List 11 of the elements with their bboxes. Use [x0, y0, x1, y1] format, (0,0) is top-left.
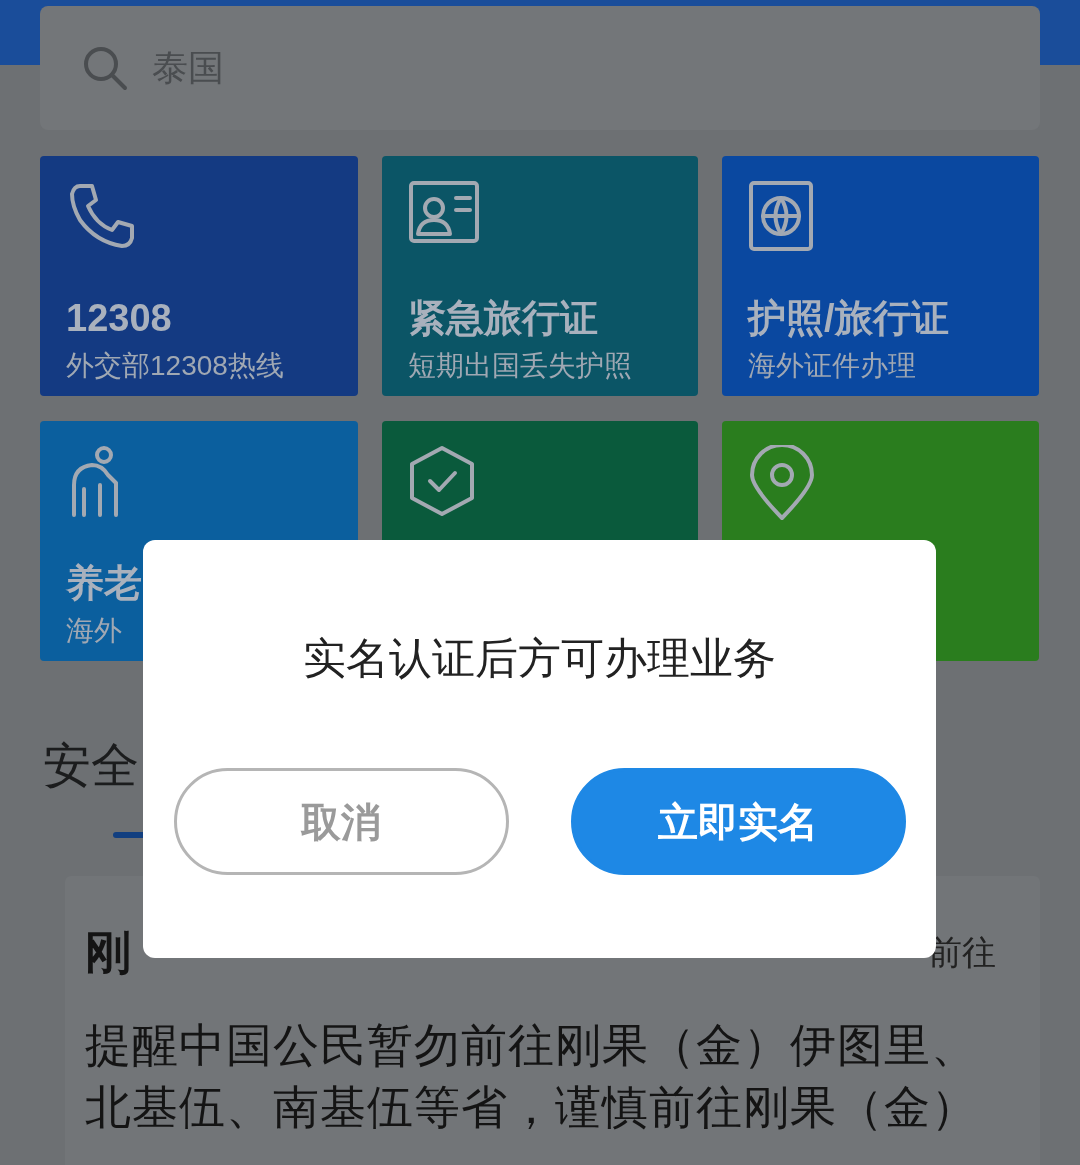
tile-subtitle: 短期出国丢失护照	[408, 349, 633, 383]
tile-subtitle: 外交部12308热线	[66, 349, 285, 383]
tile-subtitle: 海外	[66, 614, 123, 648]
tile-title: 护照/旅行证	[748, 296, 950, 341]
tile-title: 养老	[66, 561, 143, 606]
dialog-message: 实名认证后方可办理业务	[303, 633, 776, 684]
tile-subtitle: 海外证件办理	[748, 349, 917, 383]
tile-title: 紧急旅行证	[408, 296, 599, 341]
notice-text: 提醒中国公民暂勿前往刚果（金）伊图里、北基伍、南基伍等省，谨慎前往刚果（金）	[85, 1018, 979, 1135]
tile-title: 12308	[66, 296, 173, 341]
notice-title: 刚	[85, 925, 131, 980]
